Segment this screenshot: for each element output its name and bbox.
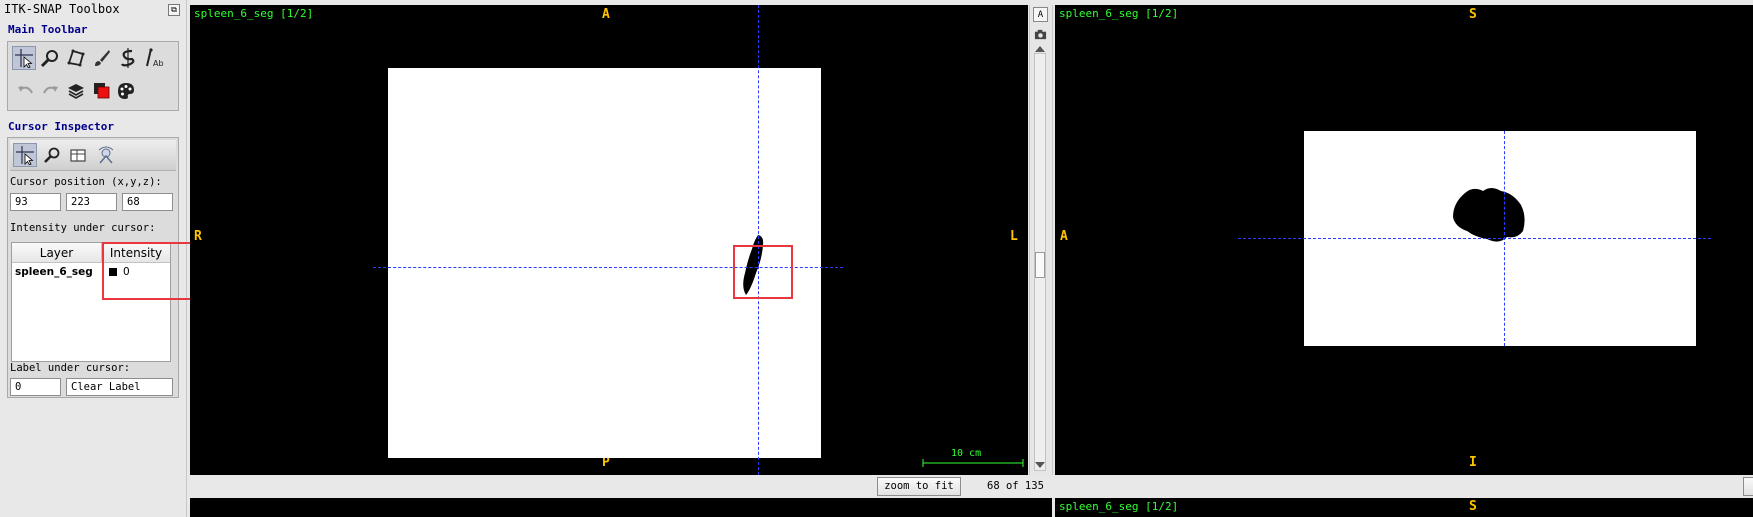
polygon-tool-button[interactable]: [64, 46, 88, 70]
crosshair-icon: [16, 146, 34, 165]
lower-left-view[interactable]: [190, 498, 1052, 517]
label-editor-button[interactable]: [90, 79, 114, 103]
orientation-bottom: I: [1469, 455, 1477, 470]
slice-scrollbar[interactable]: [1034, 53, 1046, 471]
label-value-field[interactable]: 0: [10, 378, 61, 396]
cursor-position-label: Cursor position (x,y,z):: [10, 176, 162, 188]
palette-icon: [118, 83, 134, 99]
zoom-tool-button[interactable]: [38, 46, 62, 70]
coronal-crosshair-horizontal: [1238, 238, 1711, 239]
crosshair-icon: [15, 49, 33, 68]
axial-bottom-bar: zoom to fit 68 of 135: [190, 475, 1052, 497]
orientation-top: S: [1469, 7, 1477, 22]
magnifier-icon: [44, 147, 60, 163]
annotation-tool-button[interactable]: Ab: [142, 46, 166, 70]
annotation-mode-button[interactable]: A: [1033, 7, 1048, 22]
annotation-icon: Ab: [146, 48, 164, 68]
axial-crosshair-vertical: [758, 5, 759, 475]
axial-view[interactable]: spleen_6_seg [1/2] A P R L 10 cm: [190, 5, 1028, 475]
scroll-up-arrow-icon[interactable]: [1035, 46, 1045, 52]
slice-scrollbar-thumb[interactable]: [1035, 252, 1045, 278]
orientation-top: A: [602, 7, 610, 22]
cursor-x-field[interactable]: 93: [10, 193, 61, 211]
screenshot-button[interactable]: [1033, 27, 1048, 42]
network-icon: [98, 146, 114, 164]
orientation-top: S: [1469, 499, 1477, 514]
coronal-view-title: spleen_6_seg [1/2]: [1059, 7, 1179, 20]
layer-name-cell[interactable]: spleen_6_seg: [15, 264, 93, 280]
redo-icon: [43, 86, 58, 94]
zoom-to-fit-button[interactable]: zoom to fit: [877, 477, 961, 496]
scroll-down-arrow-icon[interactable]: [1035, 462, 1045, 468]
orientation-left: A: [1060, 229, 1068, 244]
redo-button[interactable]: [38, 79, 62, 103]
paintbrush-icon: [95, 50, 110, 66]
polygon-icon: [67, 49, 85, 67]
scale-bar: [922, 459, 1024, 467]
intensity-label: Intensity under cursor:: [10, 222, 156, 234]
orientation-right: L: [1010, 229, 1018, 244]
crosshair-tool-button[interactable]: [12, 46, 36, 70]
inspector-tab-strip: [10, 140, 176, 171]
cursor-tab[interactable]: [13, 143, 37, 167]
table-tab[interactable]: [66, 143, 90, 167]
coronal-segmentation-shape: [1453, 188, 1525, 242]
orientation-left: R: [194, 229, 202, 244]
label-name-field[interactable]: Clear Label: [66, 378, 173, 396]
toolbox-title: ITK-SNAP Toolbox: [4, 2, 120, 16]
paintbrush-tool-button[interactable]: [90, 46, 114, 70]
cursor-y-field[interactable]: 223: [66, 193, 117, 211]
slice-counter: 68 of 135: [987, 480, 1044, 492]
snake-tool-button[interactable]: [116, 46, 140, 70]
snake-icon: [121, 48, 135, 68]
coronal-crosshair-vertical: [1504, 131, 1505, 346]
highlight-box-segmentation: [733, 245, 793, 299]
table-icon: [70, 149, 86, 162]
edge-control-button[interactable]: [1743, 477, 1753, 496]
svg-text:Ab: Ab: [153, 59, 164, 68]
camera-icon: [1034, 29, 1047, 40]
cursor-z-field[interactable]: 68: [122, 193, 173, 211]
network-tab[interactable]: [94, 143, 118, 167]
label-colors-icon: [94, 83, 110, 99]
main-toolbar-label: Main Toolbar: [8, 23, 88, 36]
letter-a-icon: A: [1037, 9, 1044, 20]
layer-column-header[interactable]: Layer: [12, 243, 102, 263]
cursor-inspector-label: Cursor Inspector: [8, 120, 114, 133]
axial-view-title: spleen_6_seg [1/2]: [194, 7, 314, 20]
main-toolbar: Ab: [7, 41, 179, 111]
float-panel-button[interactable]: ⧉: [168, 4, 180, 16]
view-sidebar: A: [1029, 5, 1053, 475]
magnifier-icon: [40, 50, 58, 68]
color-map-button[interactable]: [114, 79, 138, 103]
lower-right-view[interactable]: spleen_6_seg [1/2] S: [1055, 498, 1753, 517]
label-under-cursor-label: Label under cursor:: [10, 362, 131, 374]
lower-right-view-title: spleen_6_seg [1/2]: [1059, 500, 1179, 513]
layer-inspector-button[interactable]: [64, 79, 88, 103]
undo-button[interactable]: [14, 79, 38, 103]
coronal-view[interactable]: spleen_6_seg [1/2] S I A: [1055, 5, 1753, 475]
undo-icon: [18, 86, 33, 94]
layers-icon: [68, 84, 84, 99]
zoom-tab[interactable]: [40, 143, 64, 167]
